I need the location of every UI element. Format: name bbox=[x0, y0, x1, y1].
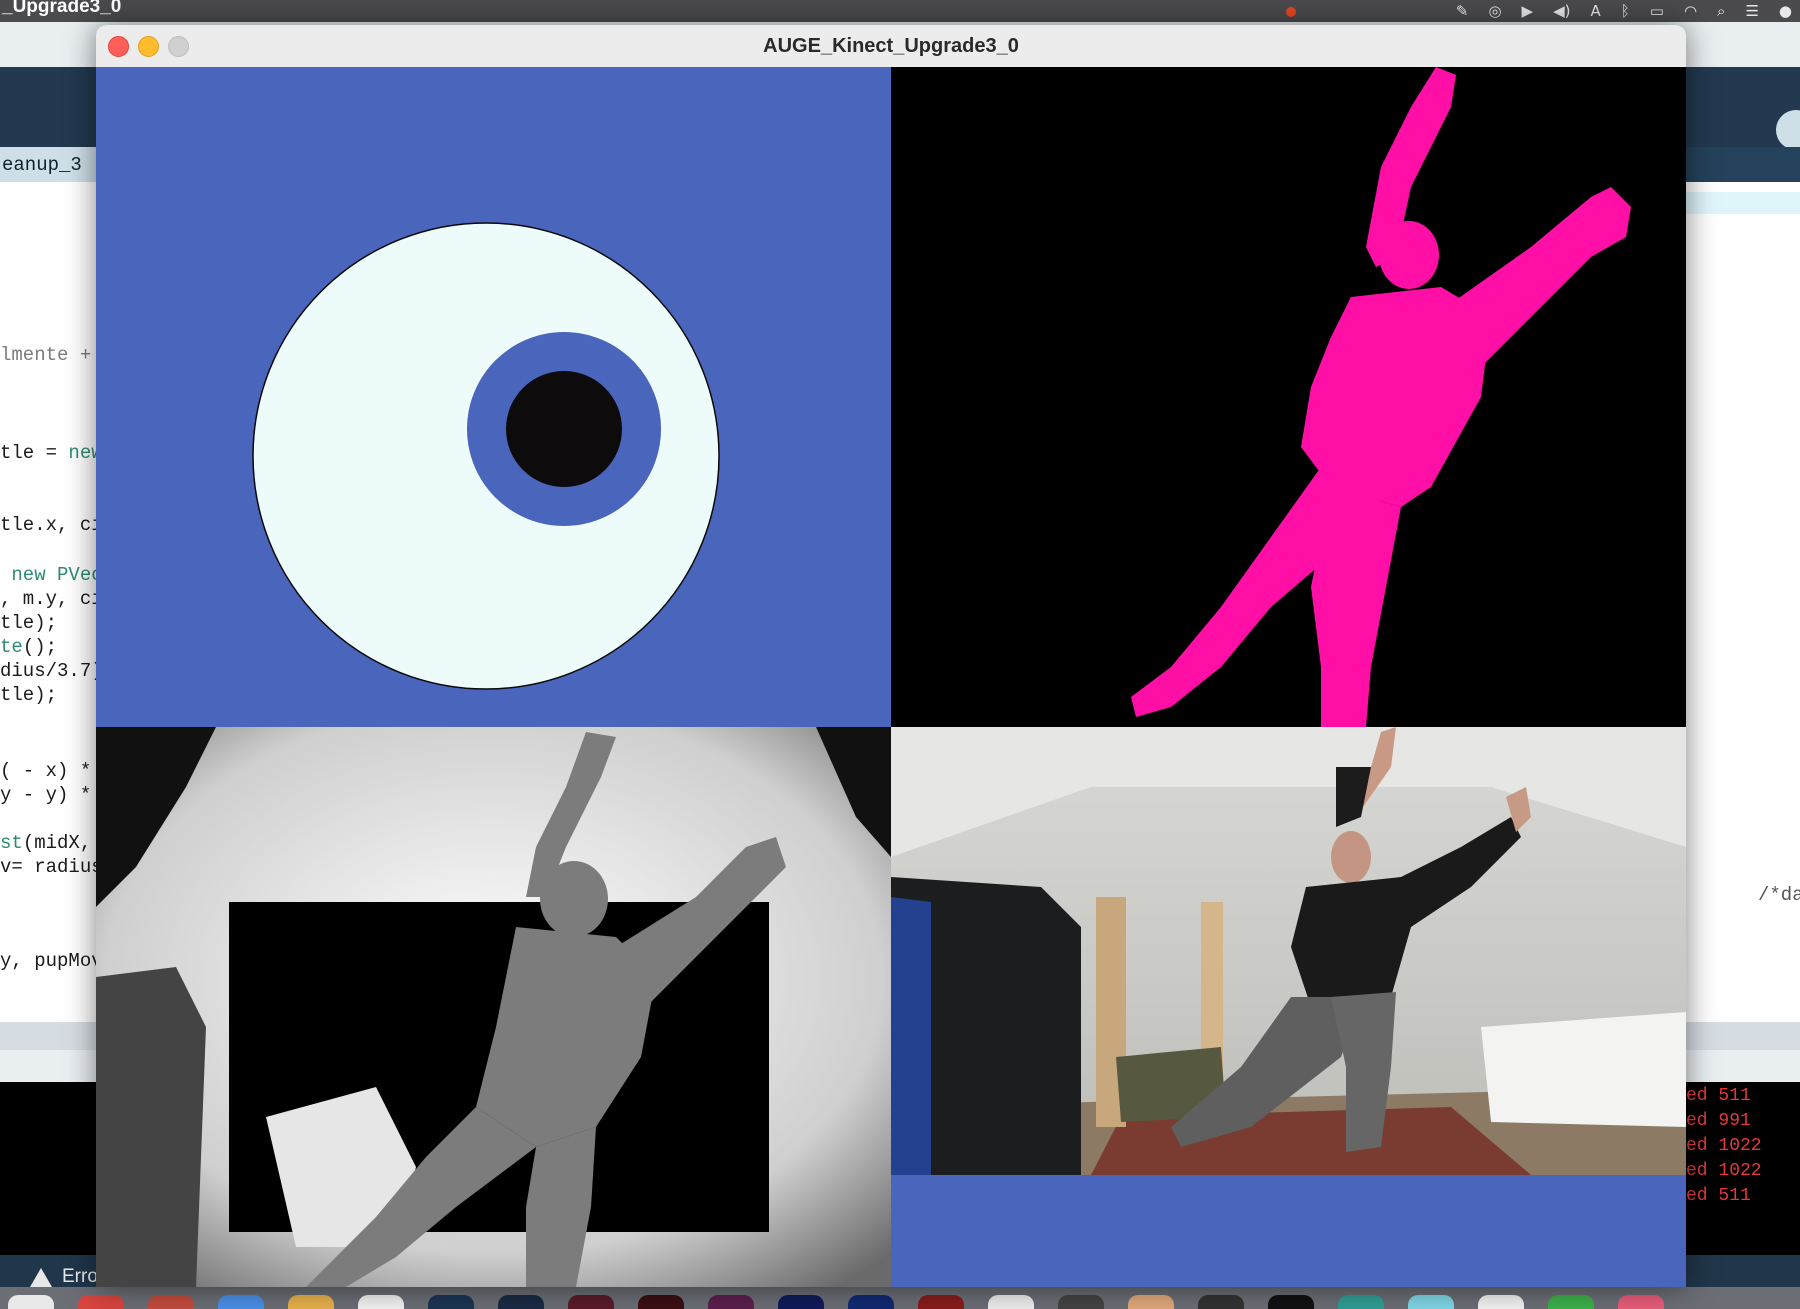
warning-icon bbox=[30, 1267, 52, 1287]
depth-image-panel bbox=[96, 727, 891, 1287]
code-line: te(); bbox=[0, 636, 58, 658]
console-line: ed 1022 bbox=[1686, 1136, 1762, 1156]
dock-app-icon[interactable] bbox=[428, 1295, 474, 1309]
dock-app-icon[interactable] bbox=[1408, 1295, 1454, 1309]
record-icon[interactable]: ◎ bbox=[1488, 0, 1501, 22]
menu-bar-tray: ✎ ◎ ▶ ◀) A ᛒ ▭ ◠ ⌕ ☰ ● bbox=[1456, 0, 1792, 22]
console-line: ed 991 bbox=[1686, 1111, 1751, 1131]
dock-app-icon[interactable] bbox=[1618, 1295, 1664, 1309]
code-comment: /*da bbox=[1758, 884, 1800, 906]
depth-image bbox=[96, 727, 891, 1287]
dock-app-icon[interactable] bbox=[988, 1295, 1034, 1309]
current-line-highlight bbox=[1686, 192, 1800, 214]
dock-finder-icon[interactable] bbox=[8, 1295, 54, 1309]
console-line: ed 511 bbox=[1686, 1086, 1751, 1106]
error-tab-label: Erro bbox=[62, 1266, 98, 1287]
dock-app-icon[interactable] bbox=[218, 1295, 264, 1309]
dock-app-icon[interactable] bbox=[1128, 1295, 1174, 1309]
dock-app-icon[interactable] bbox=[1198, 1295, 1244, 1309]
control-center-icon[interactable]: ☰ bbox=[1745, 0, 1758, 22]
console-line: ed 511 bbox=[1686, 1186, 1751, 1206]
dock-app-icon[interactable] bbox=[1338, 1295, 1384, 1309]
code-line: tle = new bbox=[0, 442, 103, 464]
code-line: st(midX, bbox=[0, 832, 92, 854]
bluetooth-icon[interactable]: ᛒ bbox=[1621, 0, 1630, 22]
menu-bar: _Upgrade3_0 ✎ ◎ ▶ ◀) A ᛒ ▭ ◠ ⌕ ☰ ● bbox=[0, 0, 1800, 22]
battery-icon[interactable]: ▭ bbox=[1650, 0, 1664, 22]
dock-app-icon[interactable] bbox=[1548, 1295, 1594, 1309]
code-line: y, pupMov bbox=[0, 950, 103, 972]
wifi-icon[interactable]: ◠ bbox=[1684, 0, 1697, 22]
search-icon[interactable]: ⌕ bbox=[1717, 0, 1725, 22]
blue-surface bbox=[891, 897, 931, 1175]
rgb-camera-panel bbox=[891, 727, 1686, 1175]
pen-icon[interactable]: ✎ bbox=[1456, 0, 1469, 22]
eye-pupil bbox=[506, 371, 622, 487]
code-line: tle); bbox=[0, 612, 58, 634]
dock-app-icon[interactable] bbox=[1478, 1295, 1524, 1309]
dock-app-icon[interactable] bbox=[358, 1295, 404, 1309]
tab-sketch[interactable]: eanup_3 bbox=[0, 147, 96, 182]
dock-app-icon[interactable] bbox=[288, 1295, 334, 1309]
console-line: ed 1022 bbox=[1686, 1161, 1762, 1181]
sketch-window: AUGE_Kinect_Upgrade3_0 bbox=[96, 25, 1686, 1287]
eye-drawing bbox=[252, 222, 720, 690]
dock bbox=[0, 1287, 1800, 1309]
recording-indicator bbox=[1286, 7, 1296, 17]
menu-app-title[interactable]: _Upgrade3_0 bbox=[2, 0, 121, 18]
window-title: AUGE_Kinect_Upgrade3_0 bbox=[763, 35, 1019, 57]
siri-icon[interactable]: ● bbox=[1779, 0, 1792, 22]
dock-app-icon[interactable] bbox=[78, 1295, 124, 1309]
dock-app-icon[interactable] bbox=[708, 1295, 754, 1309]
error-tab[interactable]: Erro bbox=[30, 1266, 98, 1288]
dock-app-icon[interactable] bbox=[568, 1295, 614, 1309]
code-line: lmente + bbox=[0, 344, 92, 366]
room-cabinet bbox=[1481, 1012, 1686, 1127]
dock-app-icon[interactable] bbox=[918, 1295, 964, 1309]
dock-app-icon[interactable] bbox=[778, 1295, 824, 1309]
dock-app-icon[interactable] bbox=[848, 1295, 894, 1309]
unused-canvas-area bbox=[891, 1175, 1686, 1287]
dock-app-icon[interactable] bbox=[638, 1295, 684, 1309]
silhouette-panel bbox=[891, 67, 1686, 727]
dock-calendar-icon[interactable] bbox=[148, 1295, 194, 1309]
depth-chair bbox=[96, 967, 206, 1287]
volume-icon[interactable]: ◀) bbox=[1553, 0, 1570, 22]
silhouette-drawing bbox=[1131, 67, 1631, 727]
dock-app-icon[interactable] bbox=[1268, 1295, 1314, 1309]
rgb-camera-image bbox=[891, 727, 1686, 1175]
play-icon[interactable]: ▶ bbox=[1522, 0, 1534, 22]
code-line: , m.y, ci bbox=[0, 588, 103, 610]
window-titlebar[interactable]: AUGE_Kinect_Upgrade3_0 bbox=[96, 25, 1686, 68]
dock-app-icon[interactable] bbox=[498, 1295, 544, 1309]
eye-panel bbox=[96, 67, 891, 727]
dock-app-icon[interactable] bbox=[1058, 1295, 1104, 1309]
code-line: tle); bbox=[0, 684, 58, 706]
person-silhouette bbox=[1131, 67, 1631, 727]
input-a-icon[interactable]: A bbox=[1590, 0, 1600, 22]
